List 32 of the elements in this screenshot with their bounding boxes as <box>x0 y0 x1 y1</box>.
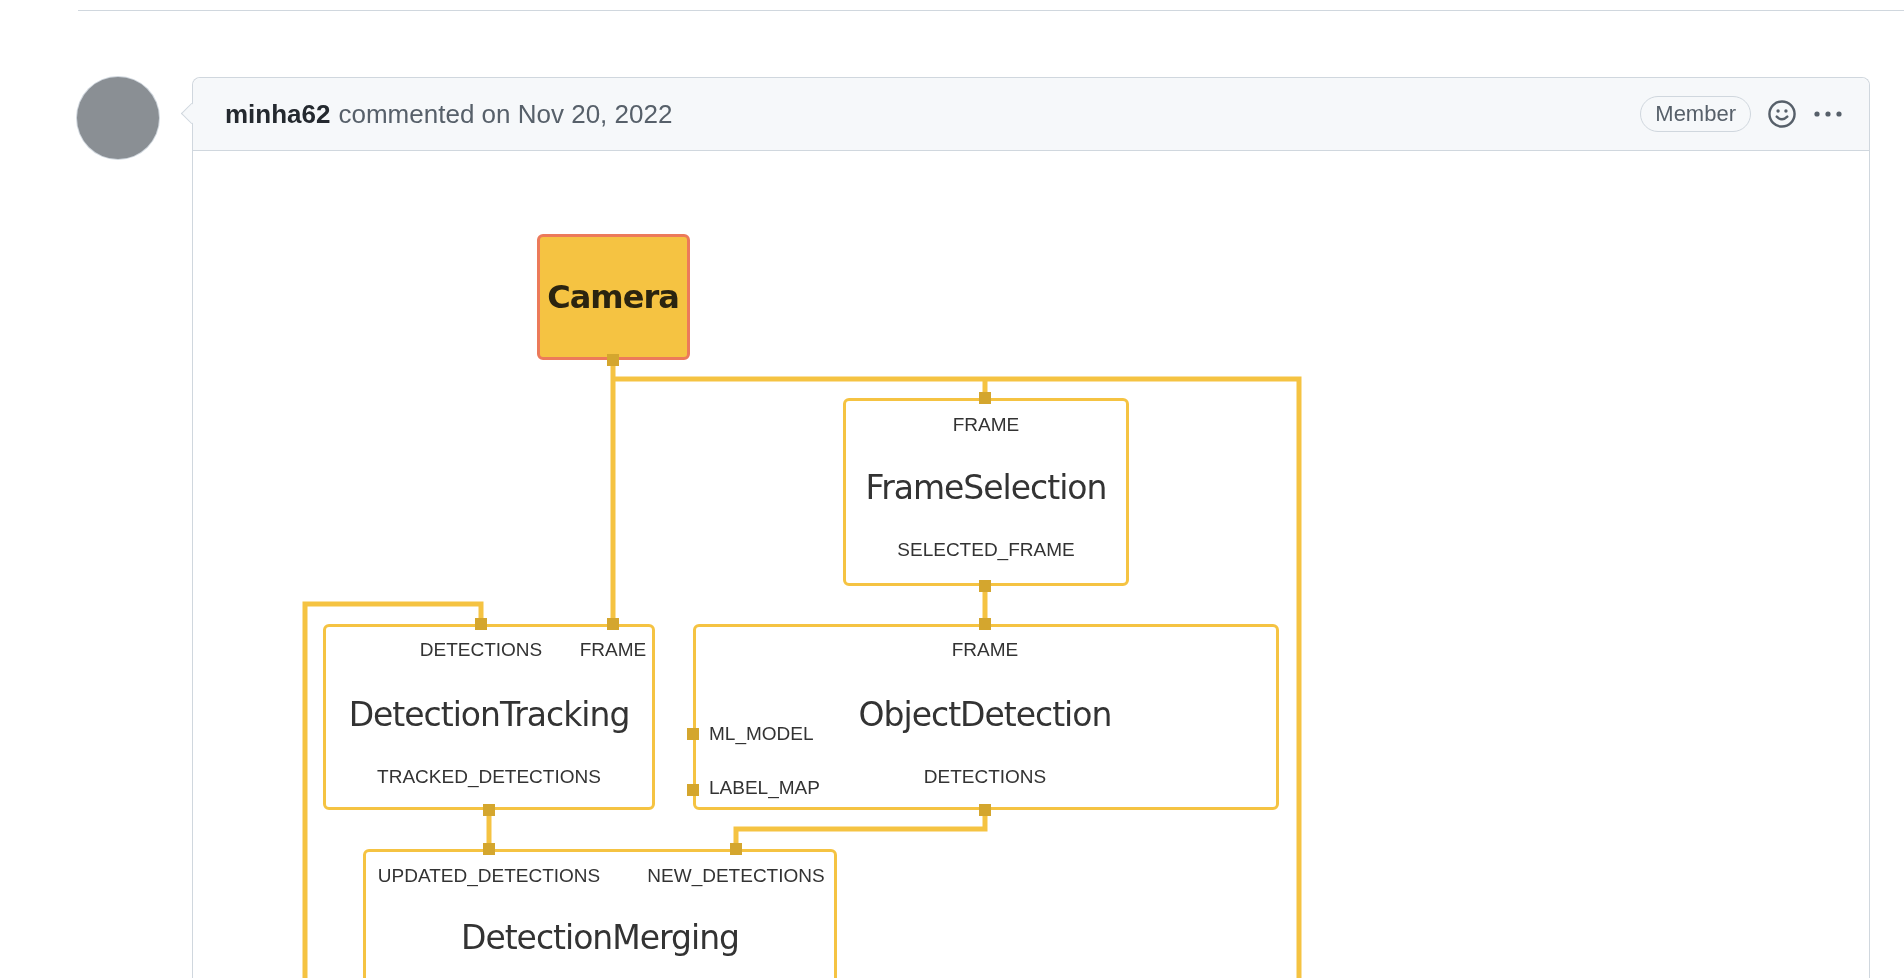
port-marker <box>607 354 619 366</box>
port-marker <box>483 804 495 816</box>
node-title: DetectionMerging <box>460 917 740 957</box>
output-label: DETECTIONS <box>923 766 1047 788</box>
input-label: FRAME <box>951 639 1019 661</box>
smiley-icon[interactable] <box>1767 99 1797 129</box>
comment-timestamp: commented on Nov 20, 2022 <box>338 98 673 130</box>
port-marker <box>979 580 991 592</box>
port-marker <box>687 728 699 740</box>
node-title: ObjectDetection <box>858 694 1112 734</box>
port-marker <box>687 784 699 796</box>
output-label: TRACKED_DETECTIONS <box>377 766 601 788</box>
port-marker <box>979 804 991 816</box>
node-title: FrameSelection <box>865 467 1107 507</box>
node-title: Camera <box>547 278 679 316</box>
node-title: DetectionTracking <box>348 694 630 734</box>
side-input-label: ML_MODEL <box>709 723 814 745</box>
output-label: SELECTED_FRAME <box>897 539 1075 561</box>
more-options-icon[interactable] <box>1813 110 1843 118</box>
port-marker <box>483 843 495 855</box>
author-link[interactable]: minha62 <box>225 98 331 130</box>
port-marker <box>979 392 991 404</box>
port-marker <box>475 618 487 630</box>
input-label: FRAME <box>952 414 1020 436</box>
input-label: FRAME <box>579 639 647 661</box>
input-label: DETECTIONS <box>419 639 543 661</box>
input-label: UPDATED_DETECTIONS <box>377 865 601 887</box>
port-marker <box>979 618 991 630</box>
side-input-label: LABEL_MAP <box>709 777 820 799</box>
port-marker <box>730 843 742 855</box>
port-marker <box>607 618 619 630</box>
input-label: NEW_DETECTIONS <box>647 865 825 887</box>
